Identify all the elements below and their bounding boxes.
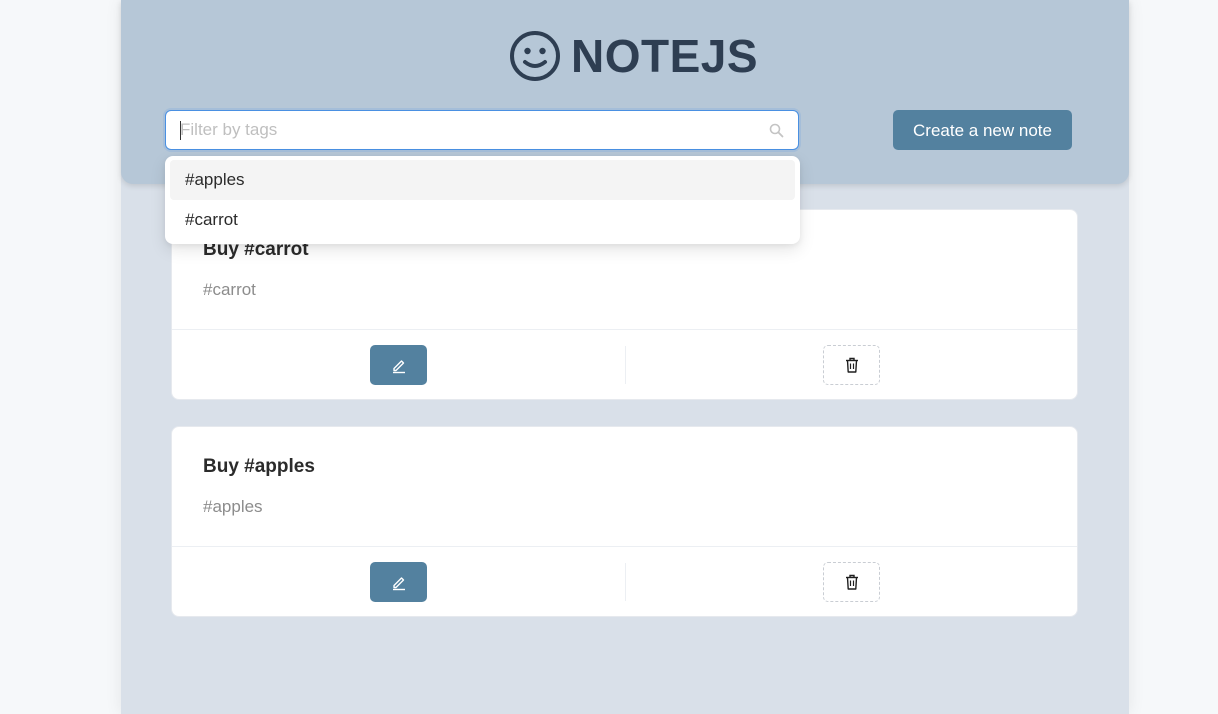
app-container: NOTEJS Create a new note Buy #carrot #ca… [121, 0, 1129, 714]
edit-note-button[interactable] [370, 345, 427, 385]
note-actions [172, 329, 1077, 401]
search-icon [769, 123, 784, 138]
tag-option-carrot[interactable]: #carrot [170, 200, 795, 240]
note-title: Buy #apples [203, 456, 315, 477]
note-tags: #carrot [203, 280, 256, 299]
trash-icon [845, 357, 858, 373]
tag-option-apples[interactable]: #apples [170, 160, 795, 200]
text-caret [180, 121, 181, 140]
pencil-icon [392, 577, 405, 591]
smiley-icon [510, 31, 560, 81]
app-title: NOTEJS [571, 30, 759, 82]
pencil-icon [392, 360, 405, 374]
trash-icon [845, 574, 858, 590]
note-card: Buy #apples #apples [171, 426, 1078, 617]
note-tags: #apples [203, 497, 263, 516]
tag-suggestions-dropdown: #apples #carrot [165, 156, 800, 244]
edit-note-button[interactable] [370, 562, 427, 602]
brand: NOTEJS [509, 28, 758, 84]
create-note-button[interactable]: Create a new note [893, 110, 1072, 150]
action-divider [625, 346, 626, 384]
delete-note-button[interactable] [823, 345, 880, 385]
note-actions [172, 546, 1077, 618]
tag-filter-input[interactable] [180, 111, 750, 149]
tag-filter-box[interactable] [165, 110, 799, 150]
delete-note-button[interactable] [823, 562, 880, 602]
action-divider [625, 563, 626, 601]
